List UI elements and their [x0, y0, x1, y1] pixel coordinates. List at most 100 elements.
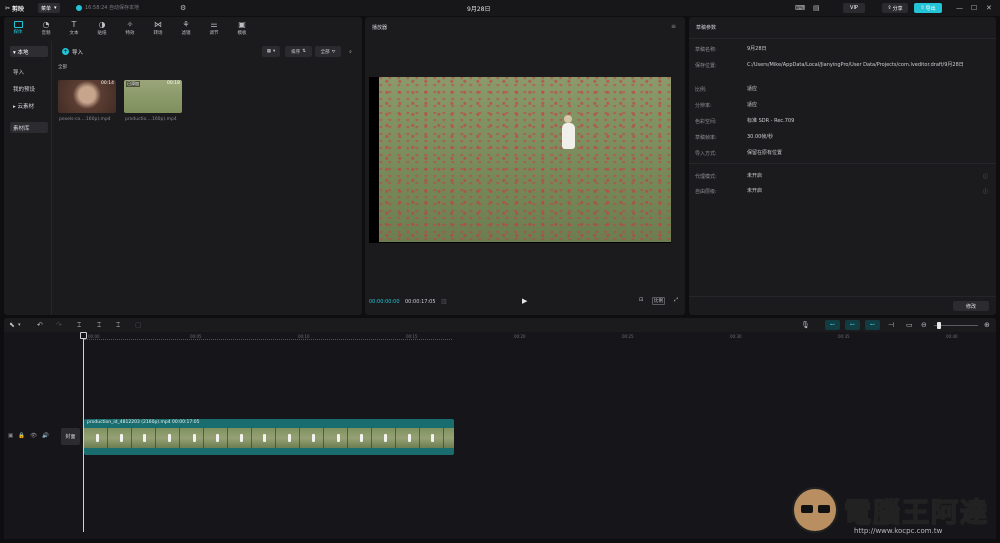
player-title: 播放器	[372, 25, 388, 31]
tool-template[interactable]: ▣ 模板	[228, 17, 256, 39]
select-cursor-icon[interactable]: ⬉	[9, 320, 15, 330]
align-icon[interactable]: ⊣	[888, 320, 894, 330]
magnet-icon[interactable]: ⊷	[825, 320, 840, 330]
minimize-icon[interactable]: —	[956, 3, 963, 13]
info-icon[interactable]: ⓘ	[983, 173, 988, 180]
share-label: 分享	[892, 5, 903, 12]
export-button[interactable]: ⇧ 导出	[914, 3, 942, 13]
media-thumbnail[interactable]: 00:14	[58, 80, 116, 113]
prop-value: 未开启	[747, 173, 763, 179]
cover-button[interactable]: 封面	[61, 428, 80, 445]
menu-button[interactable]: 菜单 ▾	[38, 3, 60, 13]
view-mode-button[interactable]: ▦ ▾	[262, 46, 280, 57]
play-button[interactable]: ▶	[522, 297, 527, 305]
link-icon[interactable]: ⚙	[180, 3, 186, 13]
preview-axis-icon[interactable]: ⊷	[865, 320, 880, 330]
import-button[interactable]: + 导入	[59, 46, 86, 57]
prop-key: 分辨率:	[695, 103, 712, 109]
thumb-name: productio....160p).mp4	[125, 117, 177, 122]
vip-button[interactable]: VIP	[843, 3, 865, 13]
media-toolbar: 媒体 ◔ 音频 T 文本 ◑ 贴纸 ✧ 特效 ⋈ 转场 ⚘ 滤镜 ⚌ 调节 ▣ 模板	[4, 17, 362, 39]
sidebar-item-import[interactable]: 导入	[10, 66, 48, 77]
tool-label: 滤镜	[181, 30, 191, 36]
timecode-toggle-icon[interactable]: ▥	[441, 298, 447, 305]
sidebar-item-presets[interactable]: 我的预设	[10, 83, 48, 94]
tool-text[interactable]: T 文本	[60, 17, 88, 39]
tool-adjust[interactable]: ⚌ 调节	[200, 17, 228, 39]
divider	[689, 296, 996, 297]
linkage-icon[interactable]: ⊷	[845, 320, 860, 330]
fullscreen-icon[interactable]: ⤢	[674, 297, 678, 303]
tool-transition[interactable]: ⋈ 转场	[144, 17, 172, 39]
tool-sticker[interactable]: ◑ 贴纸	[88, 17, 116, 39]
zoom-slider-knob[interactable]	[937, 322, 941, 329]
cover-toggle-icon[interactable]: ▣	[8, 433, 13, 439]
video-preview[interactable]	[369, 77, 671, 243]
modify-button[interactable]: 修改	[953, 301, 989, 311]
added-badge: 已添加	[126, 81, 140, 87]
sidebar-item-local[interactable]: ▾ 本地	[10, 46, 48, 57]
layout-icon[interactable]: ▤	[813, 3, 820, 13]
ratio-button[interactable]: 比例	[652, 297, 665, 305]
draft-properties-panel: 草稿参数 草稿名称: 9月28日 保存位置: C:/Users/Mike/App…	[689, 17, 996, 315]
tool-effects[interactable]: ✧ 特效	[116, 17, 144, 39]
player-menu-icon[interactable]: ≡	[671, 23, 676, 30]
delete-right-icon[interactable]: ⌶	[116, 320, 120, 330]
microphone-icon[interactable]: 🎙	[801, 320, 810, 330]
sticker-icon: ◑	[98, 19, 106, 29]
sidebar-item-cloud[interactable]: ▸ 云素材	[10, 100, 48, 111]
delete-icon[interactable]: ▢	[135, 320, 142, 330]
media-thumbnail[interactable]: 已添加 00:18	[124, 80, 182, 113]
tool-label: 转场	[153, 30, 163, 36]
tool-filter[interactable]: ⚘ 滤镜	[172, 17, 200, 39]
eye-icon[interactable]: 👁	[30, 433, 37, 439]
tool-label: 贴纸	[97, 30, 107, 36]
zoom-out-icon[interactable]: ⊖	[921, 320, 927, 330]
shortcut-icon[interactable]: ⌨	[795, 3, 805, 13]
tool-label: 特效	[125, 30, 135, 36]
playhead-handle[interactable]	[80, 332, 87, 339]
share-button[interactable]: ⇪ 分享	[882, 3, 908, 13]
autosave-text: 16:58:24 自动保存本地	[85, 5, 140, 11]
ruler-ticks	[84, 339, 452, 340]
redo-icon[interactable]: ↷	[56, 320, 62, 330]
undo-icon[interactable]: ↶	[37, 320, 43, 330]
video-clip[interactable]: production_id_4812203 (2160p).mp4 00:00:…	[84, 419, 454, 455]
filter-icon: ⛛	[331, 49, 336, 55]
export-icon: ⇧	[920, 5, 925, 11]
prop-value: C:/Users/Mike/AppData/Local/JianyingPro/…	[747, 62, 964, 68]
prop-value: 9月28日	[747, 46, 767, 52]
prop-value: 适应	[747, 102, 758, 108]
audio-icon: ◔	[42, 19, 50, 29]
sort-button[interactable]: 排序 ⇅	[285, 46, 312, 57]
media-icon	[13, 21, 23, 28]
search-icon[interactable]: ⌕	[345, 46, 356, 57]
time-ruler[interactable]: 00:00 00:05 00:10 00:15 00:20 00:25 00:3…	[84, 332, 996, 342]
volume-icon[interactable]: 🔊	[42, 433, 49, 439]
sidebar-item-library[interactable]: 素材库	[10, 122, 48, 133]
close-icon[interactable]: ✕	[986, 3, 992, 13]
clip-filmstrip	[84, 428, 454, 448]
filter-button[interactable]: 全部 ⛛	[315, 46, 341, 57]
video-frame	[379, 77, 671, 242]
zoom-fit-icon[interactable]: ⊕	[984, 320, 990, 330]
media-panel: 媒体 ◔ 音频 T 文本 ◑ 贴纸 ✧ 特效 ⋈ 转场 ⚘ 滤镜 ⚌ 调节 ▣ 模板 ▾ 本地 …	[4, 17, 362, 315]
tool-media[interactable]: 媒体	[4, 17, 32, 39]
split-icon[interactable]: ⌶	[77, 320, 81, 330]
playhead-line[interactable]	[83, 332, 84, 532]
snapshot-icon[interactable]: ⊡	[639, 297, 643, 303]
autosave-status: 16:58:24 自动保存本地	[76, 4, 139, 11]
tool-label: 调节	[209, 30, 219, 36]
info-icon[interactable]: ⓘ	[983, 188, 988, 195]
prop-key: 草稿名称:	[695, 47, 717, 53]
app-name: 剪映	[12, 6, 25, 13]
chevron-down-icon[interactable]: ▾	[18, 320, 21, 330]
export-label: 导出	[925, 5, 936, 12]
track-controls: ▣ 🔒 👁 🔊	[8, 433, 49, 439]
caption-icon[interactable]: ▭	[906, 320, 913, 330]
mascot-logo	[792, 487, 838, 533]
maximize-icon[interactable]: ☐	[971, 3, 977, 13]
lock-icon[interactable]: 🔒	[18, 433, 25, 439]
delete-left-icon[interactable]: ⌶	[97, 320, 101, 330]
tool-audio[interactable]: ◔ 音频	[32, 17, 60, 39]
